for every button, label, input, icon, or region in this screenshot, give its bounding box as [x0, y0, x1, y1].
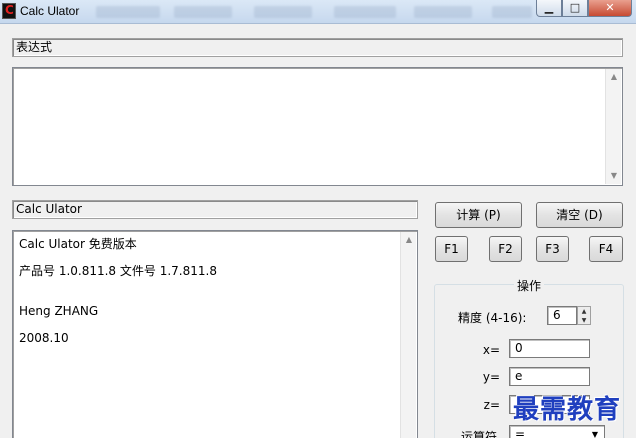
f1-button[interactable]: F1	[435, 236, 468, 262]
info-scrollbar[interactable]: ▲	[400, 232, 416, 438]
expression-textarea[interactable]: ▲ ▼	[12, 67, 623, 186]
operator-select[interactable]: = ▼	[509, 425, 605, 438]
precision-input[interactable]: 6	[547, 306, 577, 325]
maximize-button[interactable]: □	[562, 0, 588, 17]
precision-label: 精度 (4-16):	[458, 311, 527, 325]
spin-down-icon[interactable]: ▼	[578, 316, 590, 325]
expression-scrollbar[interactable]: ▲ ▼	[605, 69, 621, 184]
y-input[interactable]: e	[509, 367, 590, 386]
f4-button[interactable]: F4	[589, 236, 623, 262]
maximize-icon: □	[569, 1, 581, 14]
ghost-tab	[96, 6, 160, 18]
scroll-up-icon[interactable]: ▲	[606, 69, 622, 85]
close-icon: ✕	[605, 1, 615, 14]
x-input[interactable]: 0	[509, 339, 590, 358]
f2-button[interactable]: F2	[489, 236, 522, 262]
app-icon-letter: C	[5, 3, 14, 17]
info-line-author: Heng ZHANG	[19, 304, 99, 318]
ghost-tab	[174, 6, 232, 18]
z-label: z=	[483, 398, 500, 412]
calculate-button[interactable]: 计算 (P)	[435, 202, 522, 228]
window-title: Calc Ulator	[20, 4, 80, 18]
f2-button-label: F2	[498, 242, 513, 256]
calculate-button-label: 计算 (P)	[456, 208, 501, 222]
info-line-version: Calc Ulator 免费版本	[19, 237, 137, 251]
clear-button-label: 清空 (D)	[556, 208, 603, 222]
app-icon[interactable]: C	[2, 3, 16, 19]
operations-title: 操作	[514, 277, 545, 294]
close-button[interactable]: ✕	[588, 0, 632, 17]
watermark-text: 最需教育	[513, 395, 622, 425]
x-label: x=	[482, 343, 500, 357]
precision-spinner[interactable]: ▲ ▼	[577, 306, 591, 325]
scroll-down-icon[interactable]: ▼	[606, 168, 622, 184]
spin-up-icon[interactable]: ▲	[578, 307, 590, 316]
minimize-icon: ▁	[544, 1, 554, 14]
f1-button-label: F1	[444, 242, 459, 256]
expression-label: 表达式	[12, 38, 623, 57]
operator-select-value: =	[515, 427, 526, 438]
minimize-button[interactable]: ▁	[536, 0, 562, 17]
info-line-product-number: 产品号 1.0.811.8 文件号 1.7.811.8	[19, 264, 217, 278]
info-textbox[interactable]: Calc Ulator 免费版本 产品号 1.0.811.8 文件号 1.7.8…	[12, 230, 418, 438]
operator-label: 运算符	[461, 430, 498, 438]
ghost-tab	[414, 6, 472, 18]
info-title-label: Calc Ulator	[12, 200, 418, 219]
y-label: y=	[482, 370, 500, 384]
ghost-tab	[334, 6, 396, 18]
chevron-down-icon[interactable]: ▼	[588, 428, 602, 438]
ghost-tab	[492, 6, 532, 18]
clear-button[interactable]: 清空 (D)	[536, 202, 623, 228]
info-line-date: 2008.10	[19, 331, 69, 345]
f4-button-label: F4	[598, 242, 614, 256]
f3-button-label: F3	[545, 242, 560, 256]
f3-button[interactable]: F3	[536, 236, 569, 262]
scroll-up-icon[interactable]: ▲	[401, 232, 417, 248]
title-bar: C Calc Ulator ▁ □ ✕	[0, 0, 636, 24]
ghost-tab	[254, 6, 312, 18]
